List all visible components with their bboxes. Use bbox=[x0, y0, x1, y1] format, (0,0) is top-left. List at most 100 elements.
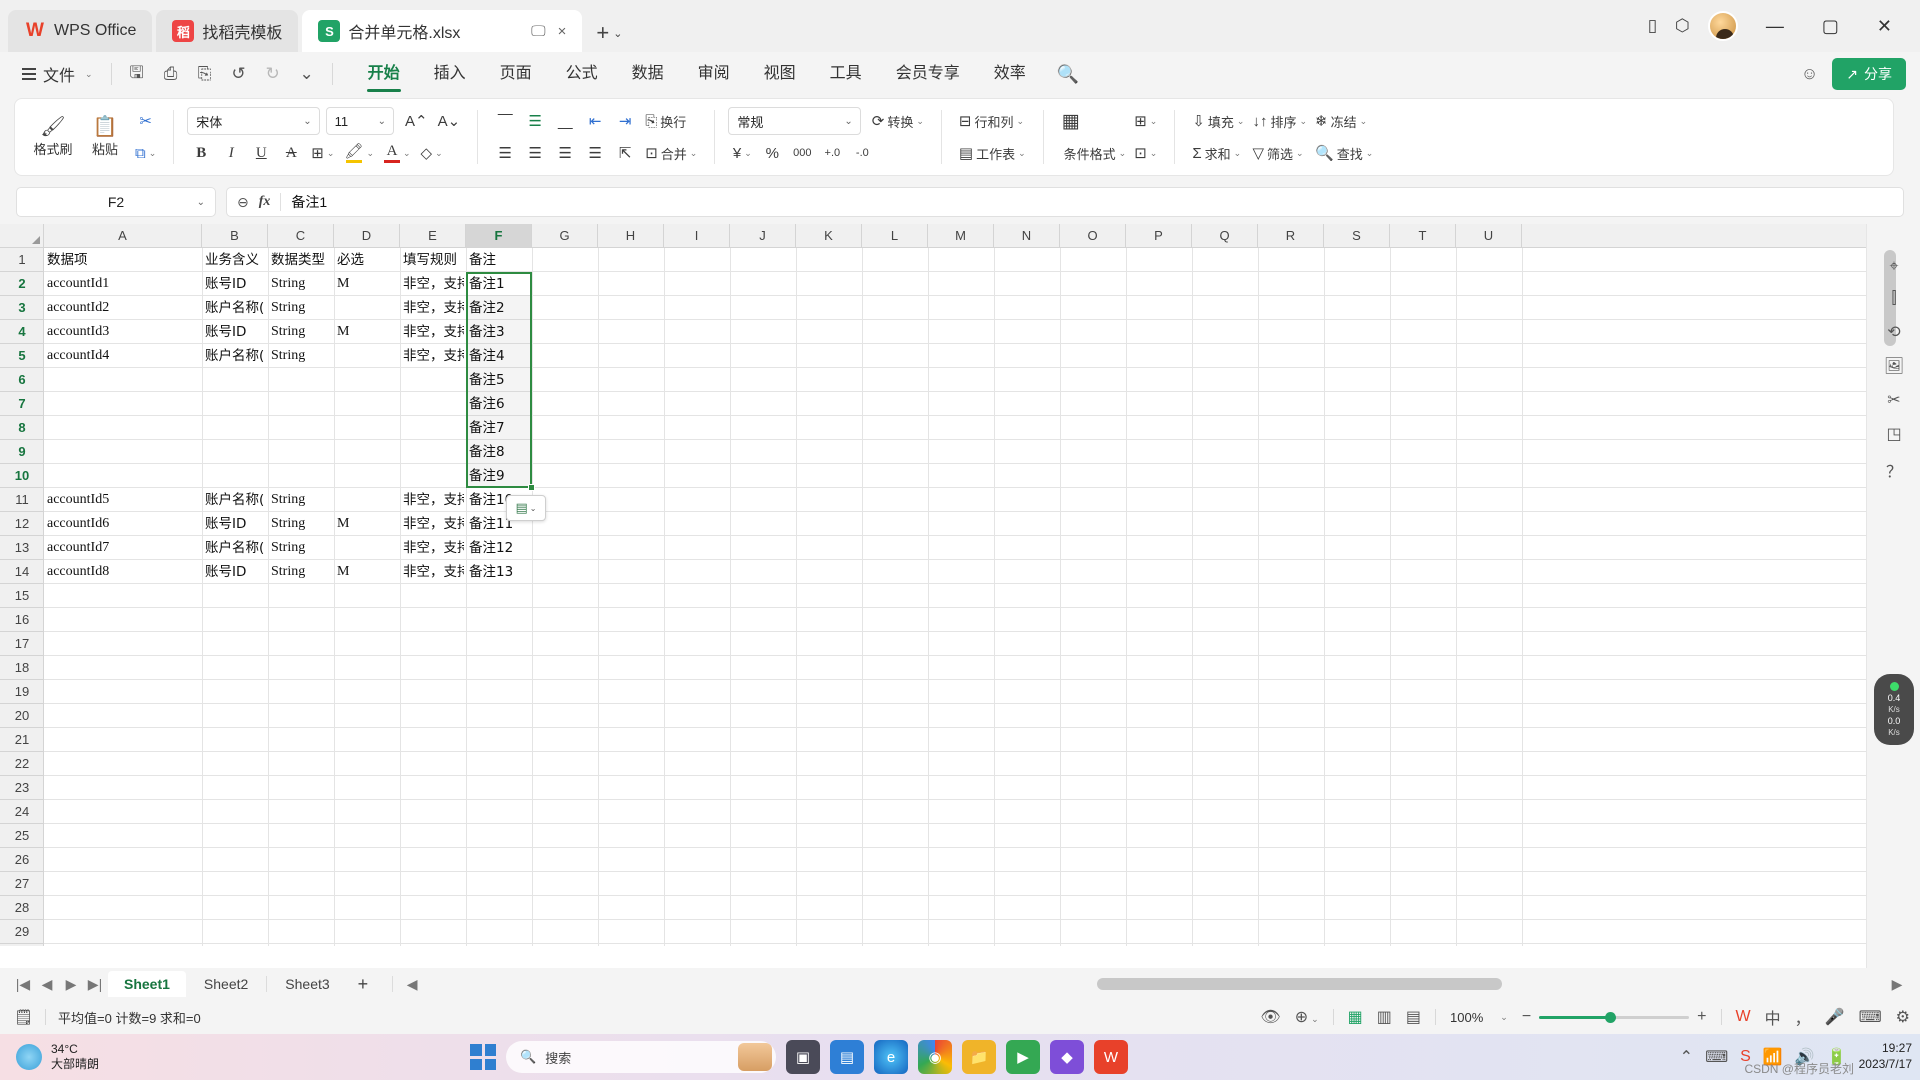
ribbon-tab-data[interactable]: 数据 bbox=[615, 52, 681, 96]
row-header-17[interactable]: 17 bbox=[0, 632, 43, 656]
row-header-5[interactable]: 5 bbox=[0, 344, 43, 368]
add-sheet-button[interactable]: + bbox=[348, 974, 379, 995]
zoom-slider[interactable]: − + bbox=[1522, 1008, 1707, 1026]
cell-B5[interactable]: 账户名称( bbox=[202, 344, 266, 368]
worksheet-button[interactable]: ▤ 工作表 ⌄ bbox=[955, 139, 1030, 167]
underline-button[interactable]: U bbox=[247, 139, 275, 167]
cell-C14[interactable]: String bbox=[268, 560, 332, 584]
column-header-C[interactable]: C bbox=[268, 224, 334, 247]
cell-F2[interactable]: 备注1 bbox=[466, 272, 530, 296]
table-style-button[interactable]: ▦ bbox=[1057, 107, 1085, 135]
row-header-29[interactable]: 29 bbox=[0, 920, 43, 944]
help-circle-icon[interactable]: ？ bbox=[1886, 458, 1902, 482]
cell-E5[interactable]: 非空，支持 bbox=[400, 344, 464, 368]
cell-F3[interactable]: 备注2 bbox=[466, 296, 530, 320]
row-header-26[interactable]: 26 bbox=[0, 848, 43, 872]
column-header-A[interactable]: A bbox=[44, 224, 202, 247]
file-menu-button[interactable]: 文件 ⌄ bbox=[14, 62, 101, 86]
row-header-7[interactable]: 7 bbox=[0, 392, 43, 416]
cell-C13[interactable]: String bbox=[268, 536, 332, 560]
column-header-G[interactable]: G bbox=[532, 224, 598, 247]
find-button[interactable]: 🔍 查找 ⌄ bbox=[1311, 139, 1377, 167]
column-header-L[interactable]: L bbox=[862, 224, 928, 247]
row-header-16[interactable]: 16 bbox=[0, 608, 43, 632]
folder-icon[interactable]: 📁 bbox=[962, 1040, 996, 1074]
ribbon-tab-start[interactable]: 开始 bbox=[351, 52, 417, 96]
keyboard-icon[interactable]: ⌨ bbox=[1859, 1007, 1882, 1027]
column-header-S[interactable]: S bbox=[1324, 224, 1390, 247]
image-icon[interactable]: 🖼 bbox=[1884, 356, 1904, 376]
tab-wps-office[interactable]: W WPS Office bbox=[8, 10, 153, 52]
row-header-27[interactable]: 27 bbox=[0, 872, 43, 896]
tab-close-icon[interactable]: × bbox=[558, 23, 567, 40]
row-header-8[interactable]: 8 bbox=[0, 416, 43, 440]
row-header-22[interactable]: 22 bbox=[0, 752, 43, 776]
ribbon-tab-view[interactable]: 视图 bbox=[747, 52, 813, 96]
align-bottom-button[interactable]: ⎽ bbox=[551, 107, 579, 135]
cell-E2[interactable]: 非空，支持 bbox=[400, 272, 464, 296]
chevron-down-icon[interactable]: ⌄ bbox=[530, 504, 537, 513]
conditional-format-button[interactable]: 条件格式 ⌄ bbox=[1057, 139, 1131, 167]
chevron-down-icon[interactable]: ⌄ bbox=[1500, 1012, 1508, 1023]
cell-A12[interactable]: accountId6 bbox=[44, 512, 200, 536]
zoom-level-label[interactable]: 100% bbox=[1450, 1010, 1483, 1025]
fill-color-button[interactable]: 🖍 ⌄ bbox=[340, 139, 378, 167]
cell-C1[interactable]: 数据类型 bbox=[268, 248, 332, 272]
zoom-out-button[interactable]: − bbox=[1522, 1008, 1531, 1026]
ribbon-tab-page[interactable]: 页面 bbox=[483, 52, 549, 96]
cell-C5[interactable]: String bbox=[268, 344, 332, 368]
strikethrough-button[interactable]: A bbox=[277, 139, 305, 167]
row-header-10[interactable]: 10 bbox=[0, 464, 43, 488]
column-header-B[interactable]: B bbox=[202, 224, 268, 247]
print-icon[interactable]: ⎙ bbox=[156, 60, 186, 88]
cell-A11[interactable]: accountId5 bbox=[44, 488, 200, 512]
taskbar-search-box[interactable]: 🔍 搜索 bbox=[506, 1041, 776, 1073]
cell-F6[interactable]: 备注5 bbox=[466, 368, 530, 392]
align-left-button[interactable]: ☰ bbox=[491, 139, 519, 167]
row-header-28[interactable]: 28 bbox=[0, 896, 43, 920]
cell-D2[interactable]: M bbox=[334, 272, 398, 296]
cell-B12[interactable]: 账号ID bbox=[202, 512, 266, 536]
cell-F10[interactable]: 备注9 bbox=[466, 464, 530, 488]
new-tab-chevron-icon[interactable]: ⌄ bbox=[613, 27, 622, 40]
cell-E13[interactable]: 非空，支持 bbox=[400, 536, 464, 560]
sum-button[interactable]: Σ 求和 ⌄ bbox=[1188, 139, 1245, 167]
cube-icon[interactable]: ⬡ bbox=[1675, 16, 1690, 36]
tab-document-xlsx[interactable]: S 合并单元格.xlsx 🖵 × bbox=[302, 10, 583, 52]
cell-E4[interactable]: 非空，支持 bbox=[400, 320, 464, 344]
filter-button[interactable]: ▽ 筛选 ⌄ bbox=[1248, 139, 1307, 167]
italic-button[interactable]: I bbox=[217, 139, 245, 167]
row-header-14[interactable]: 14 bbox=[0, 560, 43, 584]
cut-button[interactable]: ✂ bbox=[131, 107, 160, 135]
window-minimize-button[interactable]: — bbox=[1756, 12, 1794, 41]
ribbon-tab-efficiency[interactable]: 效率 bbox=[977, 52, 1043, 96]
cell-F5[interactable]: 备注4 bbox=[466, 344, 530, 368]
text-orientation-button[interactable]: ⇱ bbox=[611, 139, 639, 167]
cell-B13[interactable]: 账户名称( bbox=[202, 536, 266, 560]
cell-B3[interactable]: 账户名称( bbox=[202, 296, 266, 320]
row-header-18[interactable]: 18 bbox=[0, 656, 43, 680]
row-header-21[interactable]: 21 bbox=[0, 728, 43, 752]
cell-E14[interactable]: 非空，支持 bbox=[400, 560, 464, 584]
sheet-nav-prev[interactable]: ◀ bbox=[36, 976, 58, 993]
hscroll-right[interactable]: ▶ bbox=[1886, 976, 1908, 993]
page-break-view-button[interactable]: ▥ bbox=[1377, 1007, 1392, 1027]
ribbon-tab-insert[interactable]: 插入 bbox=[417, 52, 483, 96]
fill-button[interactable]: ⇩ 填充 ⌄ bbox=[1188, 107, 1248, 135]
rows-columns-button[interactable]: ⊟ 行和列 ⌄ bbox=[955, 107, 1028, 135]
cell-C4[interactable]: String bbox=[268, 320, 332, 344]
merge-cells-button[interactable]: ⊡ 合并 ⌄ bbox=[641, 139, 701, 167]
cell-A2[interactable]: accountId1 bbox=[44, 272, 200, 296]
cell-F4[interactable]: 备注3 bbox=[466, 320, 530, 344]
cell-D1[interactable]: 必选 bbox=[334, 248, 398, 272]
row-header-24[interactable]: 24 bbox=[0, 800, 43, 824]
freeze-button[interactable]: ❄ 冻结 ⌄ bbox=[1311, 107, 1371, 135]
column-header-N[interactable]: N bbox=[994, 224, 1060, 247]
row-header-25[interactable]: 25 bbox=[0, 824, 43, 848]
format-painter-button[interactable]: 🖌 格式刷 bbox=[27, 114, 79, 161]
row-header-11[interactable]: 11 bbox=[0, 488, 43, 512]
paste-button[interactable]: 📋 粘贴 bbox=[79, 114, 131, 161]
media-player-icon[interactable]: ▶ bbox=[1006, 1040, 1040, 1074]
ime-punctuation-button[interactable]: ， bbox=[1795, 1005, 1811, 1029]
convert-button[interactable]: ⟳ 转换 ⌄ bbox=[868, 107, 928, 135]
